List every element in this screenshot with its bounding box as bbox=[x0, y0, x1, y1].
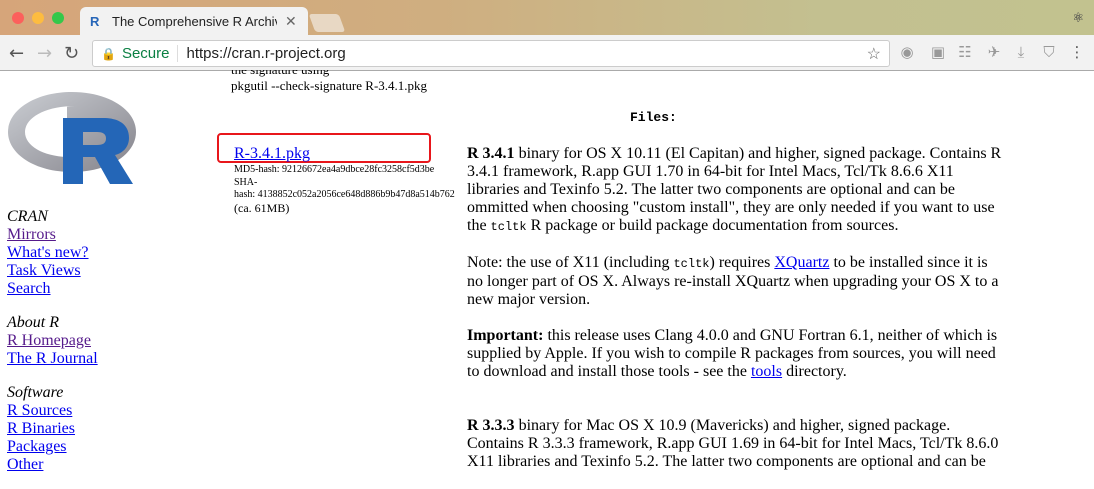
sidebar-link-packages[interactable]: Packages bbox=[7, 438, 67, 455]
sidebar-link-other[interactable]: Other bbox=[7, 456, 43, 473]
globe-extension-icon[interactable]: ◉ bbox=[898, 43, 916, 61]
address-bar[interactable]: 🔒 Secure https://cran.r-project.org ☆ bbox=[92, 40, 890, 67]
download-extension-icon[interactable]: ⤓ bbox=[1012, 43, 1030, 61]
xquartz-link[interactable]: XQuartz bbox=[774, 254, 829, 271]
forward-icon[interactable]: → bbox=[37, 43, 52, 64]
important-label: Important: bbox=[467, 327, 544, 344]
close-tab-icon[interactable]: ✕ bbox=[285, 13, 297, 30]
reload-icon[interactable]: ↻ bbox=[64, 43, 79, 64]
note-text: Note: the use of X11 (including bbox=[467, 254, 674, 271]
important-text: this release uses Clang 4.0.0 and GNU Fo… bbox=[467, 327, 998, 380]
note-text: ) requires bbox=[709, 254, 775, 271]
file-size: (ca. 61MB) bbox=[234, 200, 290, 215]
version-label: R 3.3.3 bbox=[467, 417, 515, 434]
sidebar-link-search[interactable]: Search bbox=[7, 280, 51, 297]
bird-extension-icon[interactable]: ✈ bbox=[985, 43, 1003, 61]
octocat-extension-icon[interactable]: ▣ bbox=[929, 43, 947, 61]
url-text[interactable]: https://cran.r-project.org bbox=[186, 45, 345, 62]
sidebar-link-r-journal[interactable]: The R Journal bbox=[7, 350, 98, 367]
browser-tab-active[interactable]: R The Comprehensive R Archive ✕ bbox=[80, 7, 308, 35]
shield-extension-icon[interactable]: ⛉ bbox=[1040, 43, 1058, 61]
tab-title: The Comprehensive R Archive bbox=[112, 13, 277, 29]
code-tcltk: tcltk bbox=[490, 220, 527, 234]
menu-dots-icon[interactable]: ⋮ bbox=[1068, 43, 1086, 61]
browser-toolbar: ← → ↻ 🔒 Secure https://cran.r-project.or… bbox=[0, 35, 1094, 71]
md5-hash: MD5-hash: 92126672ea4a9dbce28fc3258cf5d3… bbox=[234, 164, 435, 175]
sha-label: SHA- bbox=[234, 176, 258, 188]
sidebar-heading-software: Software bbox=[7, 384, 64, 401]
code-tcltk: tcltk bbox=[673, 257, 710, 271]
r-logo[interactable] bbox=[5, 80, 140, 190]
lock-icon: 🔒 bbox=[101, 46, 116, 61]
minimize-window-button[interactable] bbox=[32, 12, 44, 24]
tools-link[interactable]: tools bbox=[751, 363, 782, 380]
back-icon[interactable]: ← bbox=[9, 43, 24, 64]
desc-r-3-4-1: R 3.4.1 binary for OS X 10.11 (El Capita… bbox=[467, 145, 1002, 236]
desc-r-3-3-3: R 3.3.3 binary for Mac OS X 10.9 (Maveri… bbox=[467, 417, 1002, 471]
pre-command-line: pkgutil --check-signature R-3.4.1.pkg bbox=[231, 78, 428, 93]
r-favicon-icon: R bbox=[90, 14, 100, 29]
file-hashes: MD5-hash: 92126672ea4a9dbce28fc3258cf5d3… bbox=[234, 164, 464, 214]
important-note: Important: this release uses Clang 4.0.0… bbox=[467, 327, 1002, 381]
desc-text: binary for Mac OS X 10.9 (Mavericks) and… bbox=[467, 417, 999, 470]
desc-text: R package or build package documentation… bbox=[526, 217, 899, 234]
zoom-window-button[interactable] bbox=[52, 12, 64, 24]
xquartz-note: Note: the use of X11 (including tcltk) r… bbox=[467, 254, 1002, 309]
important-text: directory. bbox=[782, 363, 847, 380]
sidebar-heading-about: About R bbox=[7, 314, 59, 331]
version-label: R 3.4.1 bbox=[467, 145, 515, 162]
grid-extension-icon[interactable]: ☷ bbox=[956, 43, 974, 61]
bookmark-star-icon[interactable]: ☆ bbox=[867, 44, 881, 64]
sidebar-link-task-views[interactable]: Task Views bbox=[7, 262, 81, 279]
release-description: R 3.4.1 binary for OS X 10.11 (El Capita… bbox=[467, 145, 1002, 489]
sidebar-link-mirrors[interactable]: Mirrors bbox=[7, 226, 56, 243]
new-tab-button[interactable] bbox=[308, 14, 346, 32]
sidebar-heading-cran: CRAN bbox=[7, 208, 48, 225]
sidebar-link-r-binaries[interactable]: R Binaries bbox=[7, 420, 75, 437]
sidebar-link-r-sources[interactable]: R Sources bbox=[7, 402, 72, 419]
sidebar-link-whats-new[interactable]: What's new? bbox=[7, 244, 89, 261]
sidebar-nav: CRAN Mirrors What's new? Task Views Sear… bbox=[7, 208, 98, 474]
download-link-r-3-4-1-pkg[interactable]: R-3.4.1.pkg bbox=[234, 145, 310, 163]
sidebar-link-r-homepage[interactable]: R Homepage bbox=[7, 332, 91, 349]
sha-hash: hash: 4138852c052a2056ce648d886b9b47d8a5… bbox=[234, 189, 455, 200]
profile-icon[interactable]: ⚛ bbox=[1072, 10, 1084, 26]
window-titlebar: R The Comprehensive R Archive ✕ ⚛ bbox=[0, 0, 1094, 35]
signature-command-block: the signature using pkgutil --check-signa… bbox=[231, 70, 427, 94]
files-heading: Files: bbox=[630, 110, 677, 125]
close-window-button[interactable] bbox=[12, 12, 24, 24]
secure-label: Secure bbox=[122, 45, 179, 62]
